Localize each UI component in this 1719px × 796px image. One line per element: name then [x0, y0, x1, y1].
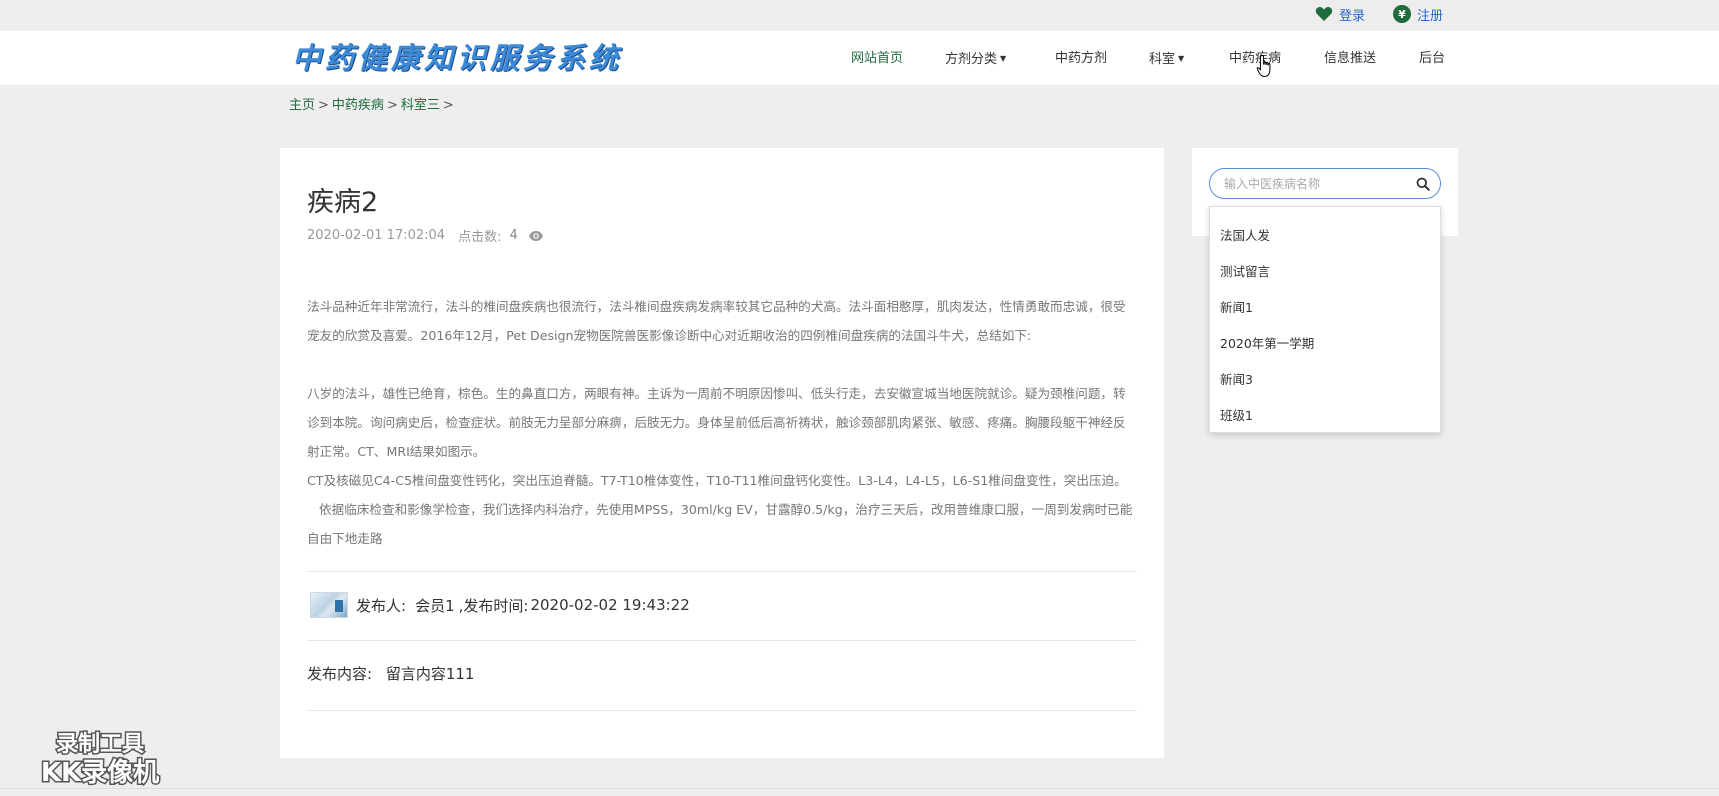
article-body: 法斗品种近年非常流行，法斗的椎间盘疾病也很流行，法斗椎间盘疾病发病率较其它品种的…: [307, 292, 1137, 553]
search-suggestions: 法国人发 测试留言 新闻1 2020年第一学期 新闻3 班级1: [1209, 206, 1441, 433]
recorder-watermark: 录制工具 KK录像机: [30, 731, 170, 792]
publisher-name: 会员1: [415, 596, 455, 615]
article-meta: 2020-02-01 17:02:04 点击数: 4: [307, 226, 544, 245]
suggestion-item[interactable]: 2020年第一学期: [1220, 333, 1314, 352]
register-label: 注册: [1417, 8, 1444, 24]
suggestion-item[interactable]: 班级1: [1220, 405, 1253, 424]
caret-down-icon: ▼: [1000, 54, 1007, 63]
comment-body: 发布内容: 留言内容111: [307, 663, 474, 684]
breadcrumb-section[interactable]: 中药疾病: [332, 98, 384, 113]
divider: [307, 710, 1137, 711]
nav-formula-category-label: 方剂分类: [945, 52, 998, 67]
content-label: 发布内容:: [307, 665, 373, 683]
article-paragraph: 依据临床检查和影像学检查，我们选择内科治疗，先使用MPSS，30ml/kg EV…: [307, 502, 1133, 546]
comment-header: 发布人: 会员1 ,发布时间: 2020-02-02 19:43:22: [310, 592, 690, 618]
nav-info-push-label: 信息推送: [1324, 51, 1377, 66]
login-label: 登录: [1339, 8, 1366, 24]
breadcrumb-home[interactable]: 主页: [289, 98, 315, 113]
nav-admin[interactable]: 后台: [1419, 49, 1445, 69]
publisher-label: 发布人:: [356, 596, 407, 615]
article-title: 疾病2: [307, 187, 379, 218]
search-icon[interactable]: [1416, 177, 1430, 191]
divider: [307, 571, 1137, 572]
suggestion-item[interactable]: 新闻3: [1220, 369, 1253, 388]
heart-icon: [1315, 5, 1333, 23]
search-box: [1209, 168, 1441, 199]
nav-department[interactable]: 科室 ▼: [1149, 49, 1184, 69]
breadcrumb-separator: >: [386, 98, 398, 113]
site-header: 中药健康知识服务系统 网站首页 方剂分类 ▼ 中药方剂 科室 ▼ 中药疾病 信息推送…: [0, 31, 1719, 85]
nav-department-label: 科室: [1149, 52, 1176, 67]
comment-content: 留言内容111: [385, 665, 475, 683]
avatar: [310, 592, 348, 618]
article-paragraph: CT及核磁见C4-C5椎间盘变性钙化，突出压迫脊髓。T7-T10椎体变性，T10…: [307, 473, 1127, 488]
suggestion-item[interactable]: 测试留言: [1220, 261, 1270, 280]
nav-home-label: 网站首页: [851, 51, 904, 66]
article-date: 2020-02-01 17:02:04: [307, 228, 446, 243]
article-paragraph: 法斗品种近年非常流行，法斗的椎间盘疾病也很流行，法斗椎间盘疾病发病率较其它品种的…: [307, 299, 1126, 343]
breadcrumb: 主页 > 中药疾病 > 科室三 >: [289, 94, 457, 113]
register-link[interactable]: ¥ 注册: [1393, 4, 1443, 24]
yen-icon: ¥: [1393, 5, 1411, 23]
publish-time: 2020-02-02 19:43:22: [530, 596, 690, 614]
article-card: 疾病2 2020-02-01 17:02:04 点击数: 4 法斗品种近年非常流…: [280, 148, 1164, 758]
nav-formulas-label: 中药方剂: [1055, 51, 1108, 66]
hand-cursor-icon: [1256, 54, 1271, 78]
eye-icon: [528, 230, 543, 241]
nav-home[interactable]: 网站首页: [851, 49, 903, 69]
login-link[interactable]: 登录: [1315, 4, 1365, 24]
clicks-count: 4: [509, 228, 518, 243]
suggestion-item[interactable]: 法国人发: [1220, 225, 1270, 244]
suggestion-item[interactable]: 新闻1: [1220, 297, 1253, 316]
main-nav: 网站首页 方剂分类 ▼ 中药方剂 科室 ▼ 中药疾病 信息推送 后台: [0, 31, 1719, 85]
nav-admin-label: 后台: [1419, 51, 1446, 66]
footer-divider: [0, 788, 1719, 789]
breadcrumb-separator: >: [442, 98, 454, 113]
breadcrumb-current[interactable]: 科室三: [401, 98, 440, 113]
publish-time-label: ,发布时间:: [458, 596, 529, 615]
top-bar: 登录 ¥ 注册: [0, 0, 1719, 30]
article-paragraph: 八岁的法斗，雄性已绝育，棕色。生的鼻直口方，两眼有神。主诉为一周前不明原因惨叫、…: [307, 386, 1126, 459]
nav-info-push[interactable]: 信息推送: [1324, 49, 1376, 69]
clicks-label: 点击数:: [458, 230, 502, 245]
breadcrumb-separator: >: [318, 98, 329, 113]
watermark-line2: KK录像机: [39, 757, 160, 790]
watermark-line1: 录制工具: [54, 731, 145, 759]
caret-down-icon: ▼: [1178, 54, 1185, 63]
nav-formulas[interactable]: 中药方剂: [1055, 49, 1107, 69]
divider: [307, 640, 1137, 641]
nav-formula-category[interactable]: 方剂分类 ▼: [945, 49, 1006, 69]
search-input[interactable]: [1224, 175, 1414, 193]
